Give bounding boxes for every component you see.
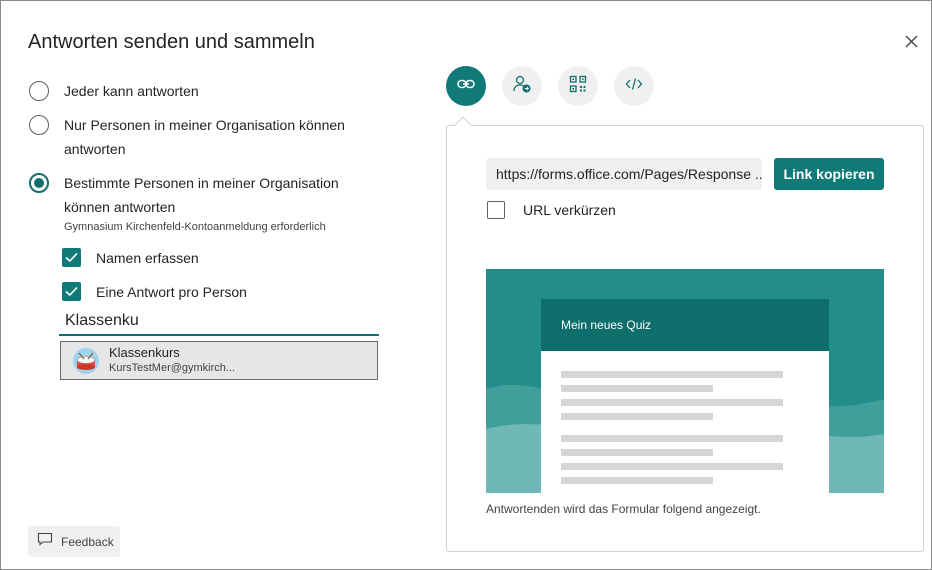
preview-form-card: Mein neues Quiz (541, 299, 829, 493)
feedback-label: Feedback (61, 534, 114, 549)
radio-specific-people[interactable]: Bestimmte Personen in meiner Organisatio… (29, 173, 364, 219)
qr-code-icon (569, 75, 587, 98)
tab-invite[interactable] (502, 66, 542, 106)
placeholder-line (561, 413, 713, 420)
checkbox-one-response[interactable]: Eine Antwort pro Person (62, 282, 247, 301)
people-search-input[interactable] (59, 308, 379, 336)
radio-organization[interactable]: Nur Personen in meiner Organisation könn… (29, 115, 364, 161)
share-dialog: Antworten senden und sammeln Jeder kann … (0, 0, 932, 570)
placeholder-line (561, 399, 783, 406)
checkbox-unchecked[interactable] (487, 201, 505, 219)
placeholder-line (561, 477, 713, 484)
checkbox-shorten-url[interactable]: URL verkürzen (487, 201, 616, 219)
checkbox-checked[interactable] (62, 248, 81, 267)
form-preview-image: Mein neues Quiz (486, 269, 884, 493)
radio-anyone[interactable]: Jeder kann antworten (29, 81, 364, 103)
shorten-url-label: URL verkürzen (523, 202, 616, 218)
tab-link[interactable] (446, 66, 486, 106)
people-suggestion-item[interactable]: Klassenkurs KursTestMer@gymkirch... (60, 341, 378, 380)
checkbox-record-names[interactable]: Namen erfassen (62, 248, 199, 267)
placeholder-line (561, 435, 783, 442)
radio-button[interactable] (29, 115, 49, 135)
preview-caption: Antwortenden wird das Formular folgend a… (486, 502, 761, 516)
one-response-label: Eine Antwort pro Person (96, 283, 247, 300)
radio-anyone-label: Jeder kann antworten (64, 83, 199, 99)
suggestion-email: KursTestMer@gymkirch... (109, 362, 236, 374)
radio-specific-label: Bestimmte Personen in meiner Organisatio… (64, 175, 339, 215)
preview-form-title: Mein neues Quiz (541, 299, 829, 351)
placeholder-line (561, 449, 713, 456)
close-icon[interactable] (901, 31, 923, 53)
suggestion-text: Klassenkurs KursTestMer@gymkirch... (109, 345, 235, 376)
tab-embed[interactable] (614, 66, 654, 106)
account-required-note: Gymnasium Kirchenfeld-Kontoanmeldung erf… (64, 221, 326, 233)
dialog-title: Antworten senden und sammeln (28, 31, 315, 53)
placeholder-line (561, 463, 783, 470)
tab-qr-code[interactable] (558, 66, 598, 106)
placeholder-line (561, 371, 783, 378)
radio-organization-label: Nur Personen in meiner Organisation könn… (64, 117, 345, 157)
comment-icon (37, 532, 53, 551)
copy-link-button[interactable]: Link kopieren (774, 158, 884, 190)
radio-button[interactable] (29, 81, 49, 101)
feedback-button[interactable]: Feedback (28, 526, 120, 557)
placeholder-line (561, 385, 713, 392)
record-names-label: Namen erfassen (96, 249, 199, 266)
group-avatar-icon (73, 347, 99, 374)
suggestion-name: Klassenkurs (109, 345, 180, 360)
embed-code-icon (625, 75, 643, 98)
radio-button-selected[interactable] (29, 173, 49, 193)
person-add-icon (512, 74, 532, 99)
checkbox-checked[interactable] (62, 282, 81, 301)
link-icon (456, 74, 476, 99)
share-url-field[interactable]: https://forms.office.com/Pages/Response … (486, 158, 762, 190)
